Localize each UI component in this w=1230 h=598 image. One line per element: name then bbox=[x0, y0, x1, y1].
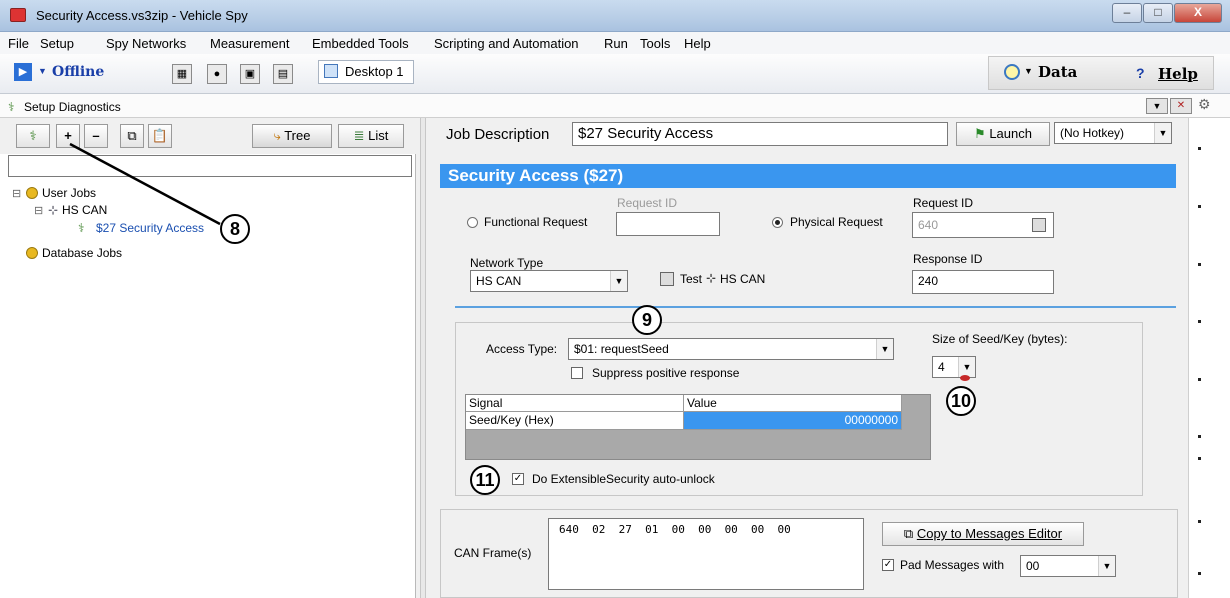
functional-request-radio[interactable] bbox=[467, 217, 478, 228]
grid-cell-signal[interactable]: Seed/Key (Hex) bbox=[466, 412, 684, 430]
grid-header-signal: Signal bbox=[466, 395, 684, 412]
test-label[interactable]: Test bbox=[680, 272, 702, 286]
section-divider bbox=[455, 306, 1176, 308]
right-margin-column bbox=[1188, 118, 1230, 598]
test-network-label: HS CAN bbox=[720, 272, 766, 286]
request-id-label: Request ID bbox=[913, 196, 974, 210]
network-type-select[interactable]: HS CAN ▼ bbox=[470, 270, 628, 292]
grid-header-value: Value bbox=[684, 395, 902, 412]
response-id-label: Response ID bbox=[913, 252, 983, 266]
pad-value: 00 bbox=[1026, 559, 1040, 573]
chevron-down-icon[interactable]: ▼ bbox=[958, 357, 975, 377]
bullet-dot bbox=[1198, 520, 1201, 523]
chevron-down-icon[interactable]: ▼ bbox=[610, 271, 627, 291]
section-header: Security Access ($27) bbox=[440, 164, 1176, 188]
autounlock-label: Do ExtensibleSecurity auto-unlock bbox=[532, 472, 715, 486]
network-icon: ⊹ bbox=[706, 271, 717, 285]
access-type-select[interactable]: $01: requestSeed ▼ bbox=[568, 338, 894, 360]
launch-button[interactable]: ⚑ Launch bbox=[956, 122, 1050, 146]
suppress-checkbox[interactable] bbox=[571, 367, 583, 379]
launch-label: Launch bbox=[989, 126, 1032, 141]
bullet-dot bbox=[1198, 435, 1201, 438]
response-id-input[interactable]: 240 bbox=[912, 270, 1054, 294]
pad-messages-label: Pad Messages with bbox=[900, 558, 1005, 572]
functional-request-label: Functional Request bbox=[484, 215, 588, 229]
bullet-dot bbox=[1198, 572, 1201, 575]
copy-to-messages-label: Copy to Messages Editor bbox=[916, 526, 1063, 541]
functional-request-id-input[interactable] bbox=[616, 212, 720, 236]
physical-request-label: Physical Request bbox=[790, 215, 883, 229]
pad-value-select[interactable]: 00 ▼ bbox=[1020, 555, 1116, 577]
copy-icon: ⧉ bbox=[903, 526, 917, 541]
pointer-mark bbox=[960, 375, 970, 381]
hotkey-value: (No Hotkey) bbox=[1060, 126, 1125, 140]
autounlock-checkbox[interactable]: ✓ bbox=[512, 473, 524, 485]
test-icon[interactable] bbox=[660, 272, 674, 286]
hotkey-select[interactable]: (No Hotkey) ▼ bbox=[1054, 122, 1172, 144]
chevron-down-icon[interactable]: ▼ bbox=[1154, 123, 1171, 143]
access-type-label: Access Type: bbox=[486, 342, 558, 356]
flag-icon: ⚑ bbox=[974, 126, 990, 141]
can-frames-label: CAN Frame(s) bbox=[454, 546, 532, 560]
job-description-input[interactable]: $27 Security Access bbox=[572, 122, 948, 146]
callout-11: 11 bbox=[470, 465, 500, 495]
chevron-down-icon[interactable]: ▼ bbox=[876, 339, 893, 359]
suppress-label: Suppress positive response bbox=[592, 366, 740, 380]
bullet-dot bbox=[1198, 147, 1201, 150]
job-description-label: Job Description bbox=[446, 126, 550, 143]
access-type-value: $01: requestSeed bbox=[574, 342, 669, 356]
bullet-dot bbox=[1198, 457, 1201, 460]
network-type-label: Network Type bbox=[470, 256, 544, 270]
copy-to-messages-button[interactable]: ⧉ Copy to Messages Editor bbox=[882, 522, 1084, 546]
bullet-dot bbox=[1198, 263, 1201, 266]
callout-9: 9 bbox=[632, 305, 662, 335]
bullet-dot bbox=[1198, 378, 1201, 381]
network-type-value: HS CAN bbox=[476, 274, 522, 288]
callout-10: 10 bbox=[946, 386, 976, 416]
can-frames-textarea[interactable]: 640 02 27 01 00 00 00 00 00 bbox=[548, 518, 864, 590]
bullet-dot bbox=[1198, 320, 1201, 323]
callout-8: 8 bbox=[220, 214, 250, 244]
physical-request-radio[interactable] bbox=[772, 217, 783, 228]
callout-8-arrow bbox=[69, 142, 221, 226]
seed-size-select[interactable]: 4 ▼ bbox=[932, 356, 976, 378]
grid-cell-value[interactable]: 00000000 bbox=[684, 412, 902, 430]
bullet-dot bbox=[1198, 205, 1201, 208]
pane-splitter[interactable] bbox=[420, 118, 426, 598]
chevron-down-icon[interactable]: ▼ bbox=[1098, 556, 1115, 576]
save-icon[interactable] bbox=[1032, 218, 1046, 232]
seed-size-label: Size of Seed/Key (bytes): bbox=[932, 332, 1068, 346]
request-id-label-disabled: Request ID bbox=[617, 196, 678, 210]
pad-messages-checkbox[interactable]: ✓ bbox=[882, 559, 894, 571]
seed-size-value: 4 bbox=[938, 360, 945, 374]
